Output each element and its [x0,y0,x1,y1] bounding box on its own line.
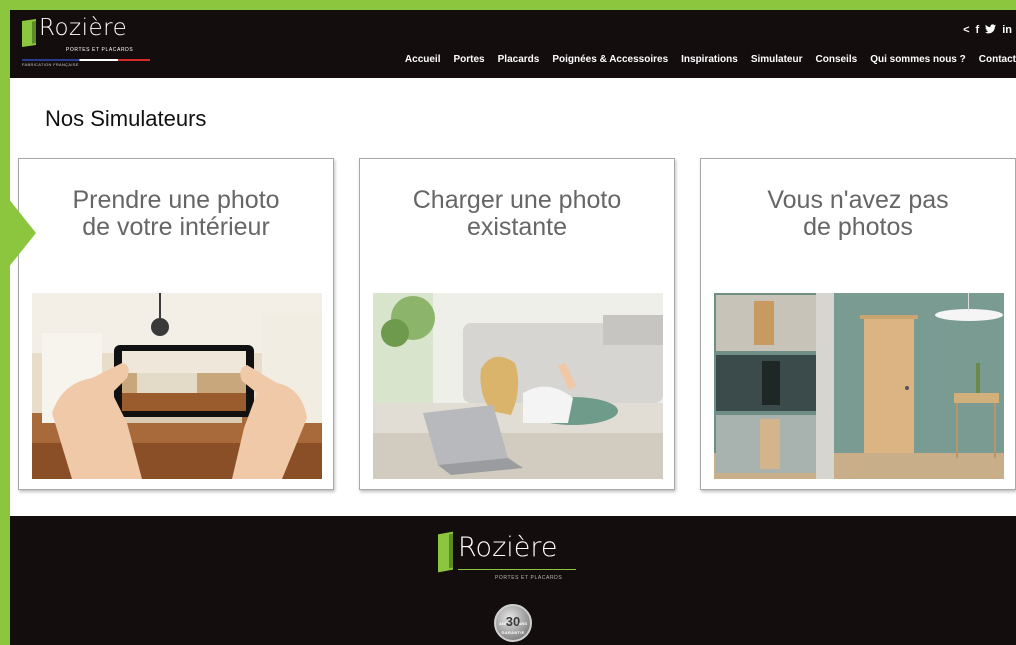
twitter-icon[interactable] [985,24,997,37]
card-title-line: Charger une photo [412,186,622,214]
nav-item-qui-sommes-nous[interactable]: Qui sommes nous ? [870,54,966,65]
facebook-icon[interactable]: f [976,24,980,37]
card-title: Charger une photo existante [360,187,674,241]
footer-logo[interactable]: Rozière PORTES ET PLACARDS [438,531,588,593]
nav-item-inspirations[interactable]: Inspirations [681,54,738,65]
logo-tagline: PORTES ET PLACARDS [66,47,134,53]
card-title-line: Prendre une photo [72,186,280,214]
badge-subtitle: GARANTIE [501,630,525,635]
warranty-badge-icon: ANS 30 ANS GARANTIE [494,604,532,642]
card-title: Vous n'avez pas de photos [701,187,1015,241]
site-header: Rozière PORTES ET PLACARDS FABRICATION F… [10,10,1016,78]
card-title-line: de votre intérieur [82,213,270,241]
card-title-line: existante [466,213,568,241]
door-logo-icon [22,19,36,47]
nav-item-placards[interactable]: Placards [498,54,540,65]
footer-brand-name: Rozière [458,532,558,563]
header-logo[interactable]: Rozière PORTES ET PLACARDS FABRICATION F… [22,15,152,67]
simulator-card-upload-photo[interactable]: Charger une photo existante [359,158,675,490]
french-flag-line [22,59,150,61]
logo-brand-name: Rozière [39,15,128,41]
card-title: Prendre une photo de votre intérieur [19,187,333,241]
footer-tagline: PORTES ET PLACARDS [495,575,563,581]
page-title: Nos Simulateurs [45,106,207,131]
social-links: < f in [963,24,1012,37]
nav-item-simulateur[interactable]: Simulateur [751,54,803,65]
main-nav: Accueil Portes Placards Poignées & Acces… [392,54,1016,65]
nav-item-poignees[interactable]: Poignées & Accessoires [552,54,668,65]
card-title-line: Vous n'avez pas [767,186,949,214]
nav-item-conseils[interactable]: Conseils [816,54,858,65]
footer-logo-underline [458,569,576,570]
woman-laptop-photo [373,293,663,479]
nav-item-accueil[interactable]: Accueil [405,54,441,65]
green-arrow-pointer [10,188,36,278]
door-logo-icon [438,531,453,573]
simulator-card-take-photo[interactable]: Prendre une photo de votre intérieur [18,158,334,490]
logo-fabrication: FABRICATION FRANÇAISE [22,62,79,67]
page-frame: Rozière PORTES ET PLACARDS FABRICATION F… [10,10,1016,645]
nav-item-portes[interactable]: Portes [454,54,485,65]
site-footer: Rozière PORTES ET PLACARDS ANS 30 ANS GA… [10,516,1016,645]
interior-doors-photo [714,293,1004,479]
nav-item-contact[interactable]: Contact [979,54,1016,65]
badge-ans-right: ANS [518,621,527,626]
simulator-card-no-photo[interactable]: Vous n'avez pas de photos [700,158,1016,490]
kitchen-phone-photo [32,293,322,479]
card-title-line: de photos [803,213,913,241]
share-icon[interactable]: < [963,24,969,37]
linkedin-icon[interactable]: in [1002,24,1012,37]
